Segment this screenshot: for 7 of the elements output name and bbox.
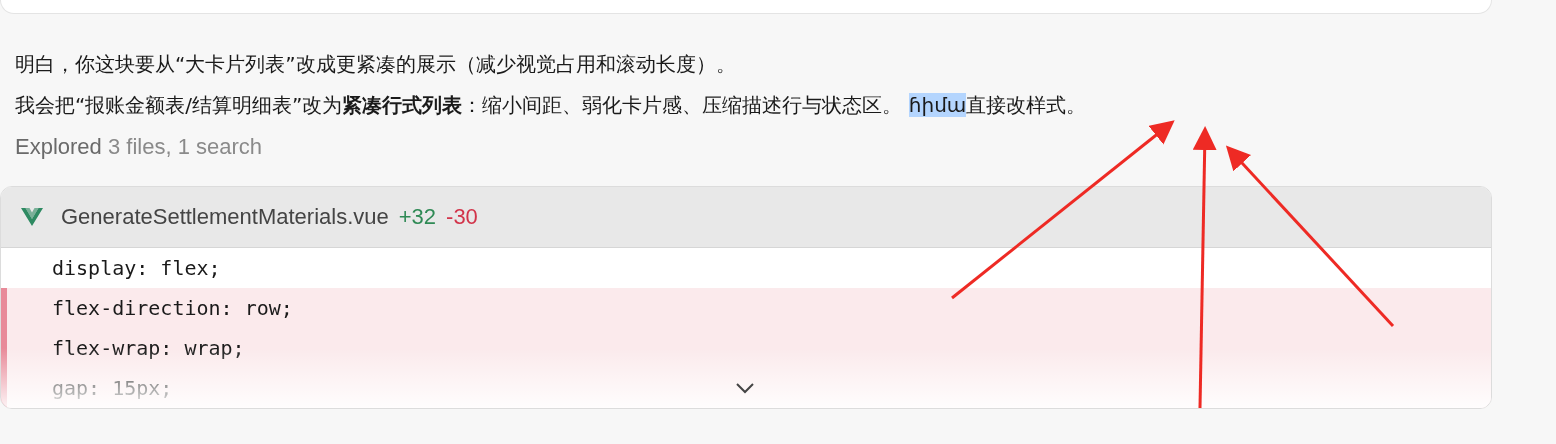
explored-summary: Explored 3 files, 1 search: [15, 134, 264, 160]
file-name: GenerateSettlementMaterials.vue: [61, 204, 389, 230]
removed-count: -30: [446, 204, 478, 230]
chevron-down-icon[interactable]: [735, 382, 755, 394]
vue-logo-icon: [21, 208, 43, 226]
added-count: +32: [398, 204, 437, 230]
message-paragraph: 明白，你这块要从“大卡片列表”改成更紧凑的展示（减少视觉占用和滚动长度）。 我会把“报账金额表/结算明细表”改为紧凑行式列表：缩小间距、弱化卡片感、压缩描述行与状态区。 ɦիմա直接改样式。: [15, 51, 1088, 119]
